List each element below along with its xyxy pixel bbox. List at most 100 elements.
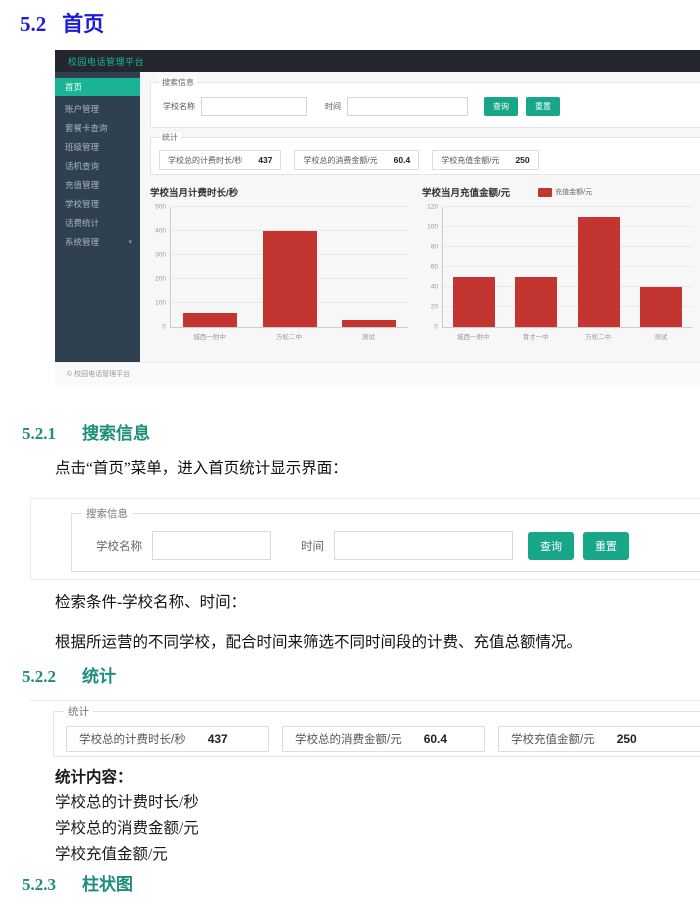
sidebar-item[interactable]: 系统管理 ▾ [55, 233, 140, 252]
bar [578, 217, 620, 327]
y-tick-label: 60 [431, 264, 438, 271]
query-button[interactable]: 查询 [484, 97, 518, 116]
stat-box: 学校充值金额/元250 [432, 150, 538, 170]
y-axis: 020406080100120 [422, 207, 442, 327]
heading-5-2-2: 5.2.2 统计 [22, 662, 116, 687]
stats-content-line: 学校充值金额/元 [55, 842, 199, 868]
app-brand: 校园电话管理平台 [68, 55, 144, 68]
chart-title: 学校当月充值金额/元 [422, 185, 510, 199]
gridline [443, 206, 692, 207]
stat-label: 学校充值金额/元 [441, 155, 499, 166]
stats-fieldset: 统计 学校总的计费时长/秒437学校总的消费金额/元60.4学校充值金额/元25… [53, 711, 700, 757]
bar [263, 231, 317, 327]
stats-row: 学校总的计费时长/秒437 学校总的消费金额/元60.4 学校充值金额/元250 [151, 150, 700, 170]
y-axis: 0100200300400500 [150, 207, 170, 327]
sidebar-item[interactable]: 账户管理 [55, 100, 140, 119]
dashboard-content: 搜索信息 学校名称 时间 查询 重置 统计 学校总的计费时长/秒437 学校总的消… [140, 72, 700, 362]
y-tick-label: 40 [431, 284, 438, 291]
x-tick-label: 测试 [362, 331, 375, 341]
search-fieldset: 搜索信息 学校名称 时间 查询 重置 [71, 513, 700, 572]
stats-content-title: 统计内容： [55, 765, 133, 787]
chevron-down-icon: ▾ [128, 233, 132, 252]
stat-value: 250 [617, 732, 637, 746]
y-tick-label: 400 [155, 228, 166, 235]
x-tick-label: 万松二中 [585, 331, 611, 341]
stat-label: 学校总的消费金额/元 [295, 731, 402, 747]
bar [453, 277, 495, 327]
stat-box: 学校总的消费金额/元60.4 [294, 150, 419, 170]
school-name-label: 学校名称 [163, 101, 195, 112]
stat-box: 学校总的计费时长/秒437 [159, 150, 281, 170]
chart-title: 学校当月计费时长/秒 [150, 185, 238, 199]
heading-number: 5.2.2 [22, 667, 56, 686]
dashboard-screenshot: 校园电话管理平台 首页账户管理套餐卡查询班级管理话机查询充值管理学校管理话费统计… [55, 50, 700, 385]
sidebar-item[interactable]: 首页 [55, 78, 140, 96]
reset-button[interactable]: 重置 [583, 532, 629, 560]
heading-5-2: 5.2首页 [20, 8, 104, 38]
stat-box: 学校充值金额/元250 [498, 726, 700, 752]
x-tick-label: 测试 [654, 331, 667, 341]
stats-screenshot: 统计 学校总的计费时长/秒437学校总的消费金额/元60.4学校充值金额/元25… [30, 700, 700, 759]
search-form-screenshot: 搜索信息 学校名称 时间 查询 重置 [30, 498, 700, 580]
sidebar-item-label: 系统管理 [65, 233, 99, 252]
time-label: 时间 [325, 101, 341, 112]
sidebar-menu: 首页账户管理套餐卡查询班级管理话机查询充值管理学校管理话费统计系统管理 ▾ [55, 72, 140, 362]
y-tick-label: 80 [431, 244, 438, 251]
bar [183, 313, 237, 327]
legend-label: 充值金额/元 [555, 187, 592, 197]
app-topbar: 校园电话管理平台 [55, 50, 700, 72]
stat-label: 学校总的计费时长/秒 [79, 731, 186, 747]
x-axis-labels: 城西一附中育才一中万松二中测试 [442, 328, 692, 340]
stat-value: 60.4 [424, 732, 447, 746]
gridline [443, 246, 692, 247]
sidebar-item[interactable]: 套餐卡查询 [55, 119, 140, 138]
document-page: 5.2首页 校园电话管理平台 首页账户管理套餐卡查询班级管理话机查询充值管理学校… [0, 0, 700, 903]
heading-title: 柱状图 [82, 875, 133, 894]
sidebar-item-label: 班级管理 [65, 138, 99, 157]
school-name-input[interactable] [201, 97, 307, 116]
school-name-input[interactable] [152, 531, 271, 560]
reset-button[interactable]: 重置 [526, 97, 560, 116]
sidebar-item-label: 学校管理 [65, 195, 99, 214]
time-input[interactable] [334, 531, 513, 560]
sidebar-item[interactable]: 话机查询 [55, 157, 140, 176]
gridline [443, 226, 692, 227]
search-panel-legend: 搜索信息 [159, 77, 197, 88]
heading-title: 统计 [82, 667, 116, 686]
heading-title: 首页 [62, 13, 104, 36]
stats-content-line: 学校总的消费金额/元 [55, 816, 199, 842]
stats-content-lines: 学校总的计费时长/秒学校总的消费金额/元学校充值金额/元 [55, 790, 199, 868]
sidebar-item-label: 话机查询 [65, 157, 99, 176]
charts-row: 学校当月计费时长/秒 0100200300400500 城西一附中万松二中测试 … [150, 185, 700, 340]
sidebar-item-label: 话费统计 [65, 214, 99, 233]
sidebar-item[interactable]: 话费统计 [55, 214, 140, 233]
y-tick-label: 300 [155, 252, 166, 259]
sidebar-item-label: 充值管理 [65, 176, 99, 195]
bar [515, 277, 557, 327]
stats-content-line: 学校总的计费时长/秒 [55, 790, 199, 816]
paragraph-filter-desc: 根据所运营的不同学校，配合时间来筛选不同时间段的计费、充值总额情况。 [55, 630, 582, 652]
stat-value: 60.4 [394, 155, 411, 165]
sidebar-item[interactable]: 学校管理 [55, 195, 140, 214]
sidebar-item-label: 套餐卡查询 [65, 119, 108, 138]
school-name-label: 学校名称 [96, 538, 142, 554]
y-tick-label: 100 [155, 300, 166, 307]
query-button[interactable]: 查询 [528, 532, 574, 560]
y-tick-label: 0 [434, 324, 438, 331]
time-input[interactable] [347, 97, 468, 116]
sidebar-item[interactable]: 班级管理 [55, 138, 140, 157]
x-tick-label: 万松二中 [276, 331, 302, 341]
x-tick-label: 城西一附中 [193, 331, 226, 341]
y-tick-label: 0 [162, 324, 166, 331]
heading-5-2-1: 5.2.1搜索信息 [22, 419, 150, 444]
sidebar-item[interactable]: 充值管理 [55, 176, 140, 195]
heading-number: 5.2.1 [22, 424, 56, 443]
heading-5-2-3: 5.2.3柱状图 [22, 870, 133, 895]
stat-label: 学校总的计费时长/秒 [168, 155, 242, 166]
x-tick-label: 城西一附中 [457, 331, 490, 341]
stats-fieldset-legend: 统计 [64, 704, 93, 719]
billing-duration-chart: 学校当月计费时长/秒 0100200300400500 城西一附中万松二中测试 [150, 185, 408, 340]
y-tick-label: 100 [427, 224, 438, 231]
legend-swatch-icon [538, 188, 552, 197]
stats-panel-legend: 统计 [159, 132, 181, 143]
